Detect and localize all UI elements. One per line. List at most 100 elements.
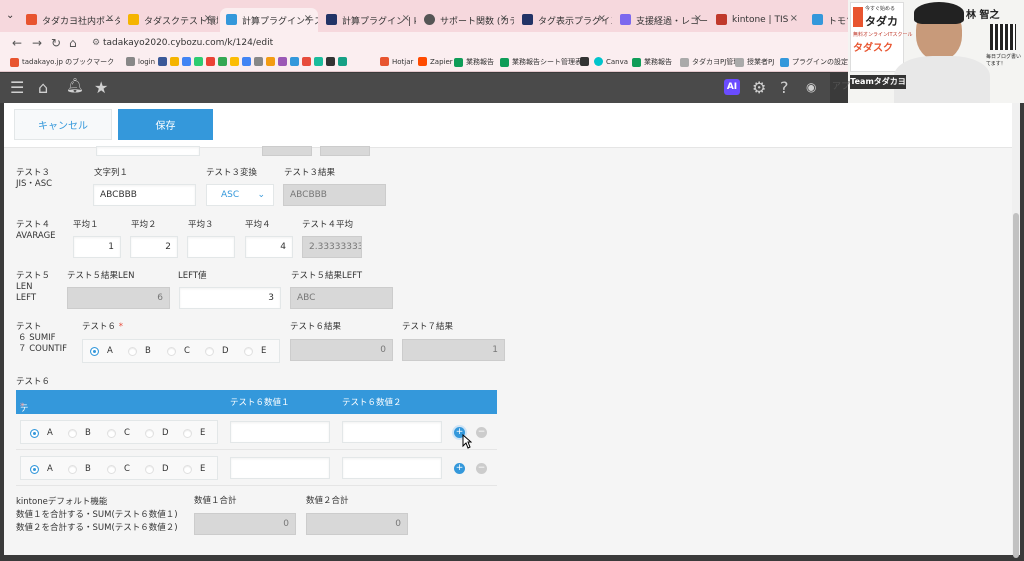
bookmark-icon[interactable] (302, 57, 311, 66)
close-icon[interactable]: × (304, 13, 312, 24)
bookmark-icon[interactable] (314, 57, 323, 66)
bookmark-item[interactable]: タダカヨPJ管理 (680, 57, 740, 67)
close-icon[interactable]: × (694, 13, 702, 24)
radio-option[interactable]: B (68, 464, 91, 474)
radio-option[interactable]: C (167, 346, 190, 356)
bookmark-icon[interactable] (170, 57, 179, 66)
avg1-input[interactable]: 1 (73, 236, 121, 258)
number2-input[interactable] (342, 457, 442, 479)
url-field[interactable]: ⚙ tadakayo2020.cybozu.com/k/124/edit (86, 35, 856, 51)
bookmark-icon[interactable] (278, 57, 287, 66)
menu-icon[interactable]: ☰ (10, 78, 24, 97)
string1-input[interactable]: ABCBBB (93, 184, 196, 206)
bookmark-item[interactable]: Hotjar (380, 57, 413, 66)
bookmark-item[interactable]: プラグインの設定 (780, 57, 848, 67)
bookmark-icon[interactable] (242, 57, 251, 66)
bookmark-item[interactable]: tadakayo.jp のブックマーク (10, 57, 114, 67)
radio-option[interactable]: E (244, 346, 266, 356)
close-icon[interactable]: × (500, 13, 508, 24)
number2-input[interactable] (342, 421, 442, 443)
ai-button[interactable]: AI (724, 79, 740, 95)
favicon-icon (522, 14, 533, 25)
bookmark-item[interactable]: 授業者PJ (735, 57, 774, 67)
avg3-input[interactable] (187, 236, 235, 258)
radio-option[interactable]: B (128, 346, 151, 356)
bookmark-icon[interactable] (158, 57, 167, 66)
user-icon[interactable]: ◉ (806, 80, 816, 94)
radio-option[interactable]: D (145, 428, 169, 438)
radio-option[interactable]: E (183, 428, 205, 438)
team-badge: Teamタダカヨ (850, 75, 906, 89)
cancel-button[interactable]: キャンセル (14, 109, 112, 140)
bookmark-item[interactable]: login (126, 57, 155, 66)
number1-input[interactable] (230, 421, 330, 443)
radio-option[interactable]: E (183, 464, 205, 474)
help-icon[interactable]: ? (780, 78, 789, 97)
back-icon[interactable]: ← (12, 36, 22, 50)
close-icon[interactable]: × (402, 13, 410, 24)
tab-item-active[interactable]: 計算プラグインテスト - 8× (220, 8, 318, 32)
number1-input[interactable] (230, 457, 330, 479)
radio-option[interactable]: D (145, 464, 169, 474)
home-icon[interactable]: ⌂ (69, 36, 77, 50)
app-label-partial: アプ (832, 82, 851, 92)
tab-item[interactable]: タグ表示プラグイン | kin× (516, 8, 612, 32)
radio-option[interactable]: C (107, 428, 130, 438)
bookmark-icon[interactable] (254, 57, 263, 66)
bookmark-item[interactable]: 業務報告 (632, 57, 672, 67)
bookmark-icon[interactable] (182, 57, 191, 66)
radio-option[interactable]: A (90, 346, 113, 356)
remove-row-icon[interactable]: − (476, 427, 487, 438)
radio-option[interactable]: D (205, 346, 229, 356)
edit-toolbar: キャンセル 保存 (4, 103, 1016, 148)
radio-option[interactable]: A (30, 428, 53, 438)
convert-dropdown[interactable]: ASC ⌄ (206, 184, 274, 206)
radio-option[interactable]: A (30, 464, 53, 474)
favicon-icon (812, 14, 823, 25)
avg2-input[interactable]: 2 (130, 236, 178, 258)
left-value-input[interactable]: 3 (179, 287, 281, 309)
column-header: テスト６数値２ (342, 398, 402, 408)
bookmark-icon[interactable] (326, 57, 335, 66)
tab-item[interactable]: タダスクテスト環境 × (122, 8, 218, 32)
home-icon[interactable]: ⌂ (38, 78, 48, 97)
tab-item[interactable]: タダカヨ社内ポータル -× (20, 8, 120, 32)
star-icon[interactable]: ★ (94, 78, 108, 97)
forward-icon[interactable]: → (32, 36, 42, 50)
close-icon[interactable]: × (204, 13, 212, 24)
gear-icon[interactable]: ⚙ (752, 78, 766, 97)
save-button[interactable]: 保存 (118, 109, 213, 140)
bookmark-icon[interactable] (206, 57, 215, 66)
bookmark-icon[interactable] (290, 57, 299, 66)
tab-item[interactable]: 計算プラグイン | kinko× (320, 8, 416, 32)
tab-item[interactable]: サポート関数 (カテゴリ)× (418, 8, 514, 32)
reload-icon[interactable]: ↻ (51, 36, 61, 50)
bookmark-item[interactable]: Zapier (418, 57, 453, 66)
bookmark-icon[interactable] (230, 57, 239, 66)
page-scrollbar[interactable] (1012, 103, 1020, 558)
bookmark-item[interactable]: 業務報告シート管理表 (500, 57, 582, 67)
tab-item[interactable]: kintone | TIS × (710, 8, 804, 32)
bookmark-item[interactable] (580, 57, 592, 66)
section-label: kintoneデフォルト機能 数値１を合計する・SUM(テスト６数値１) 数値２を合… (16, 497, 178, 533)
close-icon[interactable]: × (598, 13, 606, 24)
tab-search-icon[interactable]: ⌄ (6, 10, 14, 21)
bookmark-icon[interactable] (266, 57, 275, 66)
scrollbar-thumb[interactable] (1013, 213, 1019, 558)
bookmark-icon[interactable] (338, 57, 347, 66)
section-label: テスト５ LEN LEFT (16, 271, 51, 303)
radio-option[interactable]: C (107, 464, 130, 474)
partial-field[interactable] (96, 146, 200, 156)
tab-item[interactable]: 支援経過・レコードの一× (614, 8, 708, 32)
bookmark-icon[interactable] (194, 57, 203, 66)
radio-option[interactable]: B (68, 428, 91, 438)
bookmark-item[interactable]: Canva (594, 57, 628, 66)
close-icon[interactable]: × (790, 13, 798, 24)
add-row-icon[interactable]: + (454, 463, 465, 474)
avg4-input[interactable]: 4 (245, 236, 293, 258)
bell-icon[interactable]: 🔔︎ (66, 78, 84, 94)
bookmark-item[interactable]: 業務報告 (454, 57, 494, 67)
bookmark-icon[interactable] (218, 57, 227, 66)
remove-row-icon[interactable]: − (476, 463, 487, 474)
close-icon[interactable]: × (106, 13, 114, 24)
